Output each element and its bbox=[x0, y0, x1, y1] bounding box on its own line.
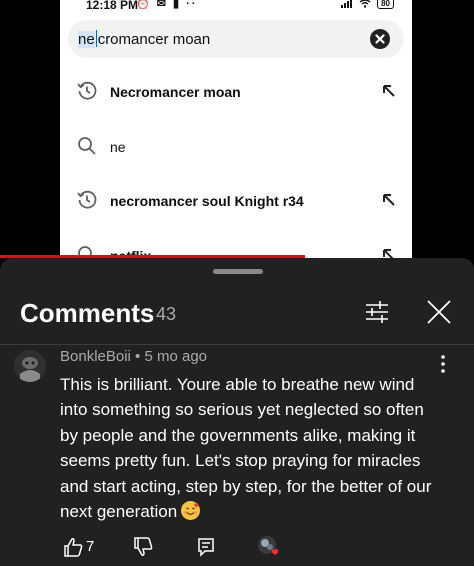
fill-query-arrow-icon[interactable] bbox=[380, 82, 398, 100]
avatar[interactable] bbox=[14, 350, 46, 382]
status-right-icons: 80 bbox=[341, 0, 394, 9]
search-screenshot: 12:18 PM ⏰ ✉ ▮ ·· 80 ne cromancer moan Ne… bbox=[60, 0, 412, 258]
smiling-face-with-hearts-emoji bbox=[181, 501, 201, 521]
status-icons: ⏰ ✉ ▮ ·· bbox=[136, 0, 198, 10]
signal-icon bbox=[341, 0, 353, 8]
suggestion-text: Necromancer moan bbox=[110, 84, 241, 100]
text-cursor bbox=[95, 30, 97, 47]
reply-icon[interactable] bbox=[196, 536, 216, 558]
wifi-icon bbox=[359, 0, 371, 8]
close-icon[interactable] bbox=[425, 298, 453, 326]
clear-search-button[interactable] bbox=[370, 29, 390, 49]
suggestion-item[interactable]: necromancer soul Knight r34 bbox=[60, 179, 412, 223]
divider bbox=[0, 344, 474, 345]
close-circle-icon bbox=[375, 34, 385, 44]
battery-icon: 80 bbox=[377, 0, 394, 9]
search-input[interactable]: ne cromancer moan bbox=[68, 20, 404, 58]
history-icon bbox=[77, 190, 97, 209]
history-icon bbox=[77, 81, 97, 100]
search-query-selected: ne bbox=[78, 31, 95, 48]
suggestion-item[interactable]: Necromancer moan bbox=[60, 70, 412, 114]
search-query-rest: cromancer moan bbox=[97, 31, 211, 48]
comments-title: Comments bbox=[20, 298, 155, 328]
like-count: 7 bbox=[86, 538, 95, 555]
drag-handle[interactable] bbox=[213, 269, 263, 274]
sliders-icon[interactable] bbox=[363, 298, 391, 326]
comment-author-line[interactable]: BonkleBoii • 5 mo ago bbox=[60, 348, 207, 365]
status-bar: 12:18 PM ⏰ ✉ ▮ ·· 80 bbox=[60, 0, 412, 14]
search-query: ne cromancer moan bbox=[78, 30, 210, 48]
thumbs-up-icon[interactable] bbox=[62, 536, 84, 558]
comments-sheet: Comments 43 BonkleBoii • 5 mo ago This i… bbox=[0, 258, 474, 566]
avatar-image bbox=[14, 350, 46, 382]
comment-text: This is brilliant. Youre able to breathe… bbox=[60, 375, 432, 522]
creator-heart-icon bbox=[258, 536, 279, 555]
suggestion-text: necromancer soul Knight r34 bbox=[110, 193, 304, 209]
fill-query-arrow-icon[interactable] bbox=[380, 191, 398, 209]
comment-body: This is brilliant. Youre able to breathe… bbox=[60, 372, 440, 524]
search-icon bbox=[78, 137, 96, 155]
fill-query-arrow-icon[interactable] bbox=[380, 246, 398, 258]
suggestion-item[interactable]: ne bbox=[60, 125, 412, 169]
comments-count: 43 bbox=[156, 304, 177, 324]
thumbs-down-icon[interactable] bbox=[132, 536, 154, 558]
suggestion-text: ne bbox=[110, 139, 126, 155]
status-time: 12:18 PM bbox=[86, 0, 139, 12]
comment-actions: 7 bbox=[0, 536, 474, 562]
